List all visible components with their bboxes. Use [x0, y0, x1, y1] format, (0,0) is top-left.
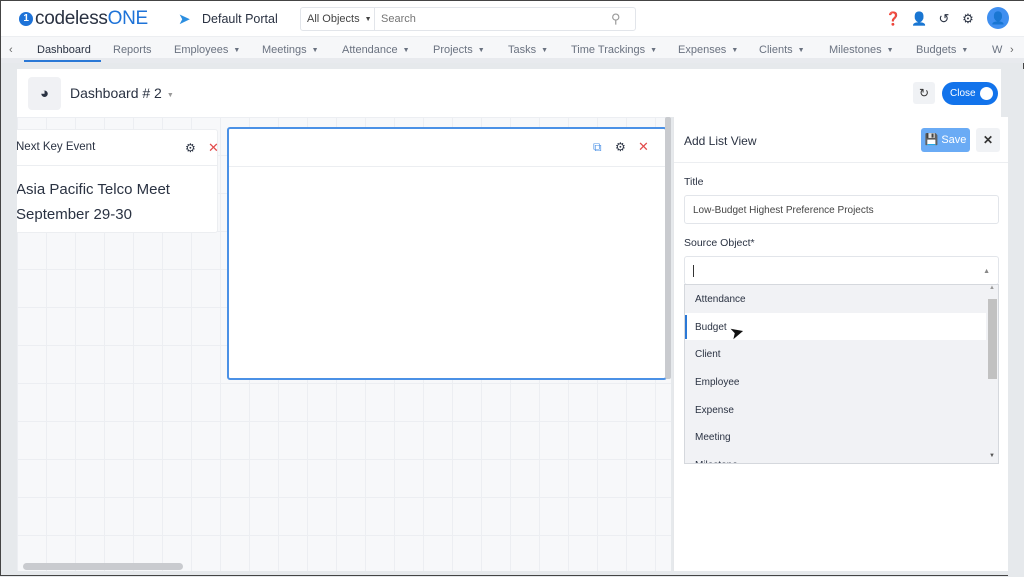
search-bar: All Objects▼ ⚲ — [300, 7, 636, 31]
text-cursor — [693, 265, 694, 277]
caret-down-icon: ▼ — [233, 47, 241, 54]
scroll-up-icon[interactable]: ▲ — [989, 285, 995, 291]
avatar[interactable]: 👤 — [987, 7, 1009, 29]
option-meeting[interactable]: Meeting — [685, 423, 986, 451]
add-list-view-panel: Add List View 💾 Save ✕ Title Low-Budget … — [673, 117, 1009, 571]
nav-projects[interactable]: Projects ▼ — [433, 44, 485, 56]
nav-meetings[interactable]: Meetings ▼ — [262, 44, 319, 56]
pie-chart-icon: ◕ — [28, 77, 61, 110]
gear-icon[interactable]: ⚙ — [615, 140, 626, 154]
title-label: Title — [684, 176, 704, 188]
caret-down-icon: ▼ — [364, 15, 372, 23]
add-user-icon[interactable]: 👤 — [911, 11, 927, 27]
caret-down-icon: ▼ — [961, 47, 969, 54]
main-nav: ‹ Dashboard Reports Employees ▼ Meetings ▼… — [1, 37, 1024, 63]
nav-dashboard[interactable]: Dashboard — [37, 44, 91, 56]
nav-time-trackings[interactable]: Time Trackings ▼ — [571, 44, 657, 56]
search-scope-select[interactable]: All Objects ▼ — [301, 8, 375, 30]
dashboard-canvas: Next Key Event ⚙ ✕ Asia Pacific Telco Me… — [17, 117, 671, 571]
search-input[interactable] — [375, 13, 611, 25]
event-name: Asia Pacific Telco Meet — [17, 181, 170, 198]
canvas-vertical-scrollbar[interactable] — [665, 117, 671, 379]
nav-tasks[interactable]: Tasks ▼ — [508, 44, 548, 56]
gear-icon[interactable]: ⚙ — [960, 11, 976, 27]
nav-expenses[interactable]: Expenses ▼ — [678, 44, 738, 56]
option-milestone[interactable]: Milestone — [685, 451, 986, 463]
option-expense[interactable]: Expense — [685, 396, 986, 424]
nav-attendance[interactable]: Attendance ▼ — [342, 44, 410, 56]
caret-down-icon: ▼ — [166, 92, 174, 99]
divider — [674, 162, 1009, 163]
caret-down-icon: ▼ — [477, 47, 485, 54]
caret-up-icon: ▲ — [983, 268, 990, 275]
history-icon[interactable]: ↺ — [936, 11, 952, 27]
search-icon[interactable]: ⚲ — [611, 11, 635, 27]
scroll-right-icon[interactable]: › — [1010, 44, 1014, 56]
portal-name[interactable]: Default Portal — [202, 12, 278, 26]
save-button[interactable]: 💾 Save — [921, 128, 970, 152]
dropdown-scrollbar[interactable]: ▲ ▼ — [986, 285, 998, 463]
nav-more[interactable]: W — [992, 44, 1002, 56]
close-icon[interactable]: ✕ — [208, 140, 219, 156]
source-object-select[interactable]: ▲ — [684, 256, 999, 285]
caret-down-icon: ▼ — [731, 47, 739, 54]
caret-down-icon: ▼ — [797, 47, 805, 54]
option-employee[interactable]: Employee — [685, 368, 986, 396]
nav-reports[interactable]: Reports — [113, 44, 152, 56]
help-icon[interactable]: ❓ — [885, 11, 901, 27]
close-icon[interactable]: ✕ — [638, 139, 649, 155]
nav-employees[interactable]: Employees ▼ — [174, 44, 240, 56]
event-date: September 29-30 — [17, 206, 132, 223]
close-icon: ✕ — [982, 133, 994, 147]
dashboard-header: ◕ Dashboard # 2 ▼ ↻ Close — [17, 69, 1001, 117]
source-object-dropdown: Attendance Budget Client Employee Expens… — [684, 284, 999, 464]
dropdown-scroll-thumb[interactable] — [988, 299, 997, 379]
caret-down-icon: ▼ — [402, 47, 410, 54]
floppy-icon: 💾 — [924, 134, 939, 146]
scroll-left-icon[interactable]: ‹ — [9, 44, 13, 56]
caret-down-icon: ▼ — [886, 47, 894, 54]
refresh-icon: ↻ — [918, 86, 930, 100]
caret-down-icon: ▼ — [541, 47, 549, 54]
toggle-knob — [980, 87, 993, 100]
canvas-horizontal-scrollbar[interactable] — [23, 563, 183, 570]
top-bar: 1 codeless ONE ➤ Default Portal All Object… — [1, 1, 1024, 37]
caret-down-icon: ▼ — [311, 47, 319, 54]
active-tab-indicator — [24, 60, 101, 62]
title-input[interactable]: Low-Budget Highest Preference Projects — [684, 195, 999, 224]
panel-title: Add List View — [684, 134, 757, 148]
close-panel-button[interactable]: ✕ — [976, 128, 1000, 152]
scroll-down-icon[interactable]: ▼ — [989, 453, 995, 459]
refresh-button[interactable]: ↻ — [913, 82, 935, 104]
caret-down-icon: ▼ — [650, 47, 658, 54]
page-scrollbar-gutter — [1008, 69, 1024, 577]
edit-mode-toggle[interactable]: Close — [942, 82, 998, 105]
gear-icon[interactable]: ⚙ — [185, 141, 196, 155]
new-list-view-widget[interactable]: ⧉ ⚙ ✕ — [227, 127, 667, 380]
nav-milestones[interactable]: Milestones ▼ — [829, 44, 894, 56]
nav-budgets[interactable]: Budgets ▼ — [916, 44, 968, 56]
logo[interactable]: 1 codeless ONE — [19, 8, 148, 30]
next-key-event-widget: Next Key Event ⚙ ✕ Asia Pacific Telco Me… — [17, 129, 219, 233]
paper-plane-icon: ➤ — [178, 11, 191, 28]
dashboard-title[interactable]: Dashboard # 2 ▼ — [70, 85, 174, 101]
option-attendance[interactable]: Attendance — [685, 285, 986, 313]
external-link-icon[interactable]: ⧉ — [593, 140, 602, 155]
nav-clients[interactable]: Clients ▼ — [759, 44, 805, 56]
option-client[interactable]: Client — [685, 340, 986, 368]
source-object-label: Source Object* — [684, 237, 755, 249]
